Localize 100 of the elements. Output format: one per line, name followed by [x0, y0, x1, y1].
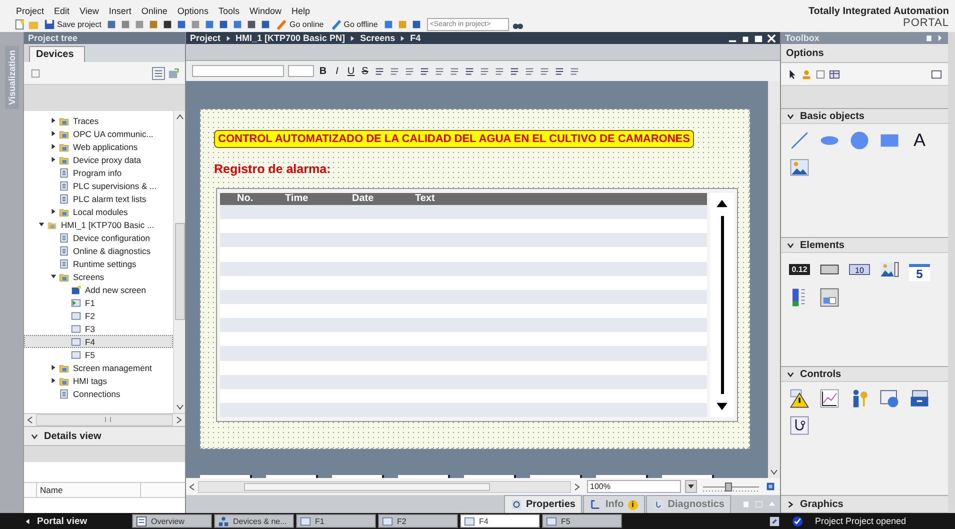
go-offline-button[interactable]: Go offline	[328, 19, 380, 30]
scroll-left-icon[interactable]	[26, 416, 34, 424]
section-header[interactable]: Elements	[781, 238, 948, 253]
warning-tool-icon[interactable]	[789, 388, 810, 409]
menu-item[interactable]: Tools	[218, 6, 240, 17]
float-window-icon[interactable]	[925, 34, 933, 42]
tree-item[interactable]: F3	[24, 322, 173, 335]
editor-tab[interactable]: Devices & ne...	[214, 514, 294, 528]
tree-item[interactable]: Local modules	[24, 205, 173, 218]
maximize-icon[interactable]	[754, 34, 763, 42]
title-label[interactable]: CONTROL AUTOMATIZADO DE LA CALIDAD DEL AGUA EN EL CULTIVO DE CAMARONES	[214, 130, 694, 148]
tree-item[interactable]: HMI tags	[24, 374, 173, 387]
format-tool-icon[interactable]	[539, 66, 550, 76]
circle-tool-icon[interactable]	[849, 130, 870, 151]
format-button[interactable]: B	[318, 66, 328, 76]
web-browser-tool-icon[interactable]	[879, 388, 900, 409]
scroll-right-icon[interactable]	[573, 482, 581, 490]
alarm-view[interactable]: No. Time Date Text	[216, 188, 738, 422]
toolbar-icon[interactable]	[410, 19, 422, 30]
inspector-tab[interactable]: Properties	[504, 495, 582, 513]
scrollbar[interactable]	[24, 413, 185, 426]
zoom-slider[interactable]	[701, 480, 761, 492]
scroll-down-icon[interactable]	[770, 468, 778, 476]
menu-item[interactable]: Online	[141, 6, 168, 17]
scrollbar[interactable]	[173, 111, 185, 413]
tree-item[interactable]: PLC supervisions & ...	[24, 179, 173, 192]
tree-item[interactable]: HMI_1 [KTP700 Basic ...	[24, 218, 173, 231]
scrollbar[interactable]	[768, 81, 780, 478]
editor-tab[interactable]: F1	[296, 514, 376, 528]
tree-item[interactable]: Device proxy data	[24, 153, 173, 166]
scroll-thumb[interactable]	[174, 223, 184, 320]
inspector-tab[interactable]: Info i	[583, 495, 645, 513]
format-tool-icon[interactable]	[479, 66, 490, 76]
toolbar-icon[interactable]	[260, 19, 272, 30]
tree-item[interactable]: Screen management	[24, 361, 173, 374]
format-tool-icon[interactable]	[404, 66, 415, 76]
symbolic-field-tool[interactable]: 10	[849, 264, 870, 275]
expand-arrow-icon[interactable]	[50, 117, 57, 124]
restore-icon[interactable]	[741, 34, 750, 42]
breadcrumb-item[interactable]: Project	[190, 33, 221, 43]
go-online-button[interactable]: Go online	[274, 19, 326, 30]
close-icon[interactable]	[767, 34, 776, 42]
text-tool[interactable]: A	[909, 130, 930, 151]
editor-tab[interactable]: F4	[460, 514, 540, 528]
expand-arrow-icon[interactable]	[38, 221, 45, 228]
expand-arrow-icon[interactable]	[50, 156, 57, 163]
tree-item[interactable]: Program info	[24, 166, 173, 179]
drawer-tool-icon[interactable]	[909, 388, 930, 409]
tree-item[interactable]: F1	[24, 296, 173, 309]
tree-item[interactable]: F2	[24, 309, 173, 322]
toolbar-icon[interactable]	[176, 19, 188, 30]
tree-item[interactable]: Runtime settings	[24, 257, 173, 270]
alarm-label[interactable]: Registro de alarma:	[214, 162, 331, 176]
menu-item[interactable]: Insert	[108, 6, 132, 17]
expand-arrow-icon[interactable]	[50, 130, 57, 137]
notification-icon[interactable]	[769, 516, 780, 526]
date-time-tool[interactable]: 5	[909, 264, 930, 281]
menu-item[interactable]: Help	[291, 6, 310, 17]
format-tool-icon[interactable]	[569, 66, 580, 76]
format-button[interactable]: I	[332, 66, 342, 76]
font-field[interactable]	[192, 65, 284, 77]
editor-tab[interactable]: F5	[542, 514, 622, 528]
stethoscope-tool-icon[interactable]	[789, 415, 810, 436]
details-view-header[interactable]: Details view	[24, 426, 185, 446]
menu-item[interactable]: Options	[177, 6, 208, 17]
trend-tool-icon[interactable]	[819, 388, 840, 409]
menu-item[interactable]: View	[80, 6, 99, 17]
format-tool-icon[interactable]	[449, 66, 460, 76]
device-add-icon[interactable]	[168, 68, 179, 78]
editor-tab[interactable]: F2	[378, 514, 458, 528]
expand-arrow-icon[interactable]	[50, 208, 57, 215]
section-header[interactable]: Controls	[781, 367, 948, 382]
toolbar-icon[interactable]	[246, 19, 258, 30]
scroll-up-icon[interactable]	[176, 113, 184, 121]
tree-tool-icon[interactable]	[30, 68, 41, 78]
collapse-right-icon[interactable]	[936, 34, 944, 42]
portal-view-link[interactable]: Portal view	[24, 516, 130, 526]
size-field[interactable]	[288, 65, 314, 77]
format-button[interactable]: S	[360, 66, 370, 76]
graphic-field-tool-icon[interactable]	[879, 259, 900, 280]
save-project-button[interactable]: Save project	[42, 19, 104, 30]
menu-item[interactable]: Window	[249, 6, 282, 17]
tree-item[interactable]: Connections	[24, 387, 173, 400]
tree-item[interactable]: Device configuration	[24, 231, 173, 244]
expand-arrow-icon[interactable]	[50, 273, 57, 280]
breadcrumb-item[interactable]: Screens	[360, 33, 396, 43]
tree-item[interactable]: Online & diagnostics	[24, 244, 173, 257]
slider-thumb[interactable]	[725, 482, 732, 491]
format-tool-icon[interactable]	[524, 66, 535, 76]
switch-tool-icon[interactable]	[819, 287, 840, 308]
format-tool-icon[interactable]	[389, 66, 400, 76]
window-icon[interactable]	[931, 68, 942, 80]
format-tool-icon[interactable]	[374, 66, 385, 76]
format-tool-icon[interactable]	[464, 66, 475, 76]
format-tool-icon[interactable]	[509, 66, 520, 76]
editor-tab[interactable]: Overview	[132, 514, 212, 528]
format-tool-icon[interactable]	[494, 66, 505, 76]
section-header[interactable]: Basic objects	[781, 109, 948, 124]
toolbar-icon[interactable]	[218, 19, 230, 30]
grip-icon[interactable]	[104, 417, 110, 422]
